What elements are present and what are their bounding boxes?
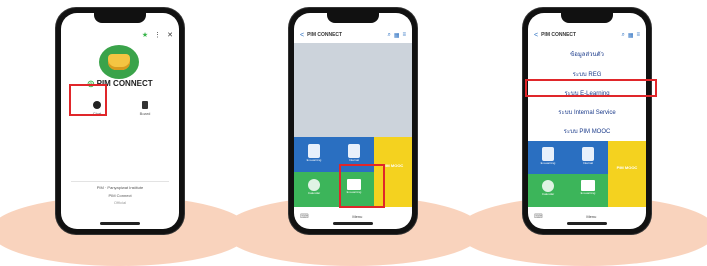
bottom-bar: ⌨ Menu: [528, 209, 646, 223]
tile-label: Internal: [348, 158, 359, 162]
tile-label: Internal: [582, 161, 593, 165]
tile-pim-mooc[interactable]: PIM MOOC: [608, 141, 646, 207]
app-logo: [99, 45, 139, 79]
top-bar: < PIM CONNECT ⌕ ▦ ≡: [300, 29, 406, 41]
tile-label: E-Learning: [580, 191, 596, 195]
tile-e-learning[interactable]: E-Learning: [294, 137, 334, 172]
calendar-icon[interactable]: ▦: [628, 32, 634, 39]
tile-calendar[interactable]: Calendar: [294, 172, 334, 207]
home-indicator: [333, 222, 373, 225]
tile-internal[interactable]: Internal: [568, 141, 608, 174]
tile-icon: [542, 147, 554, 161]
menu-item-internal-service[interactable]: ระบบ Internal Service: [528, 107, 646, 117]
bottom-menu-label[interactable]: Menu: [309, 214, 406, 219]
tile-label: PIM MOOC: [616, 165, 638, 170]
stage-3: < PIM CONNECT ⌕ ▦ ≡ ข้อมูลส่วนตัว ระบบ R…: [457, 0, 707, 266]
calendar-icon[interactable]: ▦: [394, 32, 400, 39]
menu-item-reg[interactable]: ระบบ REG: [528, 69, 646, 79]
tile-icon: [582, 147, 594, 161]
menu-item-profile[interactable]: ข้อมูลส่วนตัว: [528, 49, 646, 59]
home-indicator: [100, 222, 140, 225]
phone-notch: [561, 13, 613, 23]
tile-icon: [308, 144, 320, 158]
search-icon[interactable]: ⌕: [621, 32, 624, 39]
bottom-menu-label[interactable]: Menu: [543, 214, 640, 219]
content-placeholder: [294, 43, 412, 137]
board-icon: [142, 101, 148, 109]
stage-1: ★ ⋮ ✕ ◎ PIM CONNECT Chat Board PIM · Pan…: [0, 0, 250, 266]
top-bar: < PIM CONNECT ⌕ ▦ ≡: [534, 29, 640, 41]
phone-frame: < PIM CONNECT ⌕ ▦ ≡ ข้อมูลส่วนตัว ระบบ R…: [523, 8, 651, 234]
tile-label: E-Learning: [540, 161, 556, 165]
keyboard-icon[interactable]: ⌨: [534, 213, 543, 220]
tile-e-learning-2[interactable]: E-Learning: [568, 174, 608, 207]
menu-icon[interactable]: ≡: [636, 32, 640, 38]
bottom-bar: ⌨ Menu: [294, 209, 412, 223]
highlight-e-learning-menu: [525, 79, 657, 97]
footer-line-1: PIM · Panyapiwat Institute: [96, 185, 144, 190]
tile-e-learning[interactable]: E-Learning: [528, 141, 568, 174]
footer-divider: [71, 181, 169, 182]
highlight-chat: [69, 84, 107, 116]
board-label: Board: [139, 111, 151, 116]
menu-icon[interactable]: ≡: [402, 32, 406, 38]
tile-icon: [581, 180, 595, 191]
search-icon[interactable]: ⌕: [387, 32, 390, 39]
footer-line-2: PIM Connect: [108, 193, 132, 198]
highlight-e-learning-tile: [339, 164, 385, 208]
more-icon[interactable]: ⋮: [154, 31, 161, 39]
board-menu-item[interactable]: Board: [131, 97, 159, 121]
star-icon[interactable]: ★: [142, 31, 148, 39]
phone-notch: [327, 13, 379, 23]
app-title: PIM CONNECT: [541, 32, 577, 38]
home-indicator: [567, 222, 607, 225]
phone-notch: [94, 13, 146, 23]
tile-icon: [542, 180, 554, 192]
keyboard-icon[interactable]: ⌨: [300, 213, 309, 220]
tile-icon: [348, 144, 360, 158]
footer-line-3: Official: [113, 200, 127, 205]
back-button[interactable]: <: [534, 32, 538, 39]
phone-screen: < PIM CONNECT ⌕ ▦ ≡ ข้อมูลส่วนตัว ระบบ R…: [528, 13, 646, 229]
close-icon[interactable]: ✕: [167, 31, 173, 39]
menu-item-pim-mooc[interactable]: ระบบ PIM MOOC: [528, 126, 646, 136]
stage-2: < PIM CONNECT ⌕ ▦ ≡ E-Learning Internal …: [223, 0, 483, 266]
app-title: PIM CONNECT: [307, 32, 343, 38]
top-bar: ★ ⋮ ✕: [67, 29, 173, 41]
tile-calendar[interactable]: Calendar: [528, 174, 568, 207]
logo-face-icon: [108, 54, 130, 70]
phone-screen: ★ ⋮ ✕ ◎ PIM CONNECT Chat Board PIM · Pan…: [61, 13, 179, 229]
tile-label: Calendar: [307, 191, 321, 195]
tile-label: Calendar: [541, 192, 555, 196]
tile-icon: [308, 179, 320, 191]
phone-frame: ★ ⋮ ✕ ◎ PIM CONNECT Chat Board PIM · Pan…: [56, 8, 184, 234]
tile-grid: E-Learning Internal PIM MOOC Calendar E-…: [528, 141, 646, 207]
tile-label: E-Learning: [306, 158, 322, 162]
back-button[interactable]: <: [300, 32, 304, 39]
